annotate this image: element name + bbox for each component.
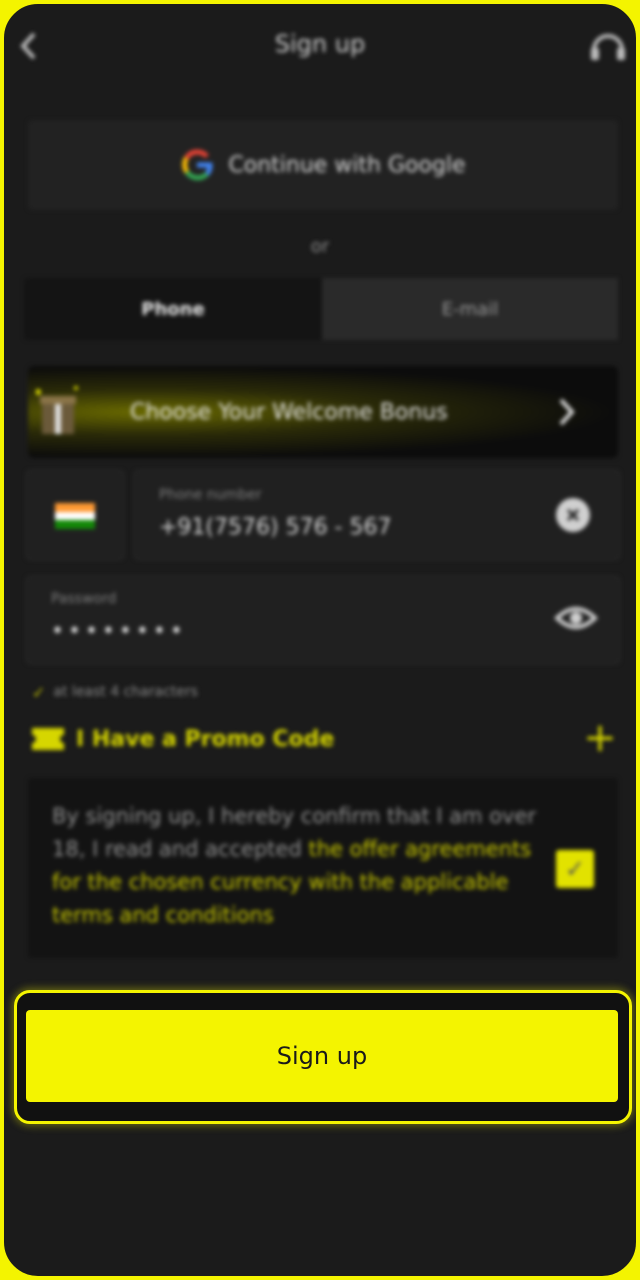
password-hint: ✓ at least 4 characters: [32, 680, 198, 704]
google-signin-button[interactable]: Continue with Google: [28, 120, 618, 210]
clear-icon[interactable]: [556, 498, 590, 532]
tab-phone[interactable]: Phone: [24, 278, 322, 340]
phone-field-label: Phone number: [159, 487, 262, 503]
eye-icon[interactable]: [554, 600, 598, 636]
password-hint-label: at least 4 characters: [53, 684, 198, 700]
ticket-icon: [30, 724, 66, 754]
app-screen: Sign up Continue with Google or Phone E-…: [2, 2, 638, 1278]
page-title: Sign up: [274, 30, 366, 58]
signup-method-tabs: Phone E-mail: [24, 278, 618, 340]
password-field-label: Password: [51, 591, 117, 607]
password-field-value: ••••••••: [51, 619, 187, 644]
check-icon: ✓: [32, 682, 46, 702]
country-selector[interactable]: [26, 470, 124, 560]
chevron-right-icon: [552, 392, 580, 432]
google-button-label: Continue with Google: [228, 152, 466, 178]
phone-field-value: +91(7576) 576 - 567: [159, 515, 392, 540]
promo-code-toggle[interactable]: I Have a Promo Code: [76, 722, 334, 756]
india-flag-icon: [55, 503, 95, 529]
agreement-checkbox[interactable]: ✓: [556, 850, 594, 888]
support-button[interactable]: [586, 24, 630, 68]
password-field[interactable]: Password ••••••••: [26, 576, 620, 664]
plus-icon[interactable]: +: [580, 715, 620, 761]
phone-number-field[interactable]: Phone number +91(7576) 576 - 567: [134, 470, 620, 560]
gift-icon: [35, 384, 80, 438]
or-divider: or: [310, 235, 330, 257]
sign-up-button[interactable]: Sign up: [26, 1010, 618, 1102]
welcome-bonus-label: Choose Your Welcome Bonus: [130, 399, 448, 425]
tab-email[interactable]: E-mail: [322, 278, 618, 340]
agreement-text: By signing up, I hereby confirm that I a…: [52, 800, 542, 932]
google-icon: [182, 149, 213, 181]
checkmark-icon: ✓: [564, 855, 586, 883]
headset-icon: [591, 34, 625, 60]
